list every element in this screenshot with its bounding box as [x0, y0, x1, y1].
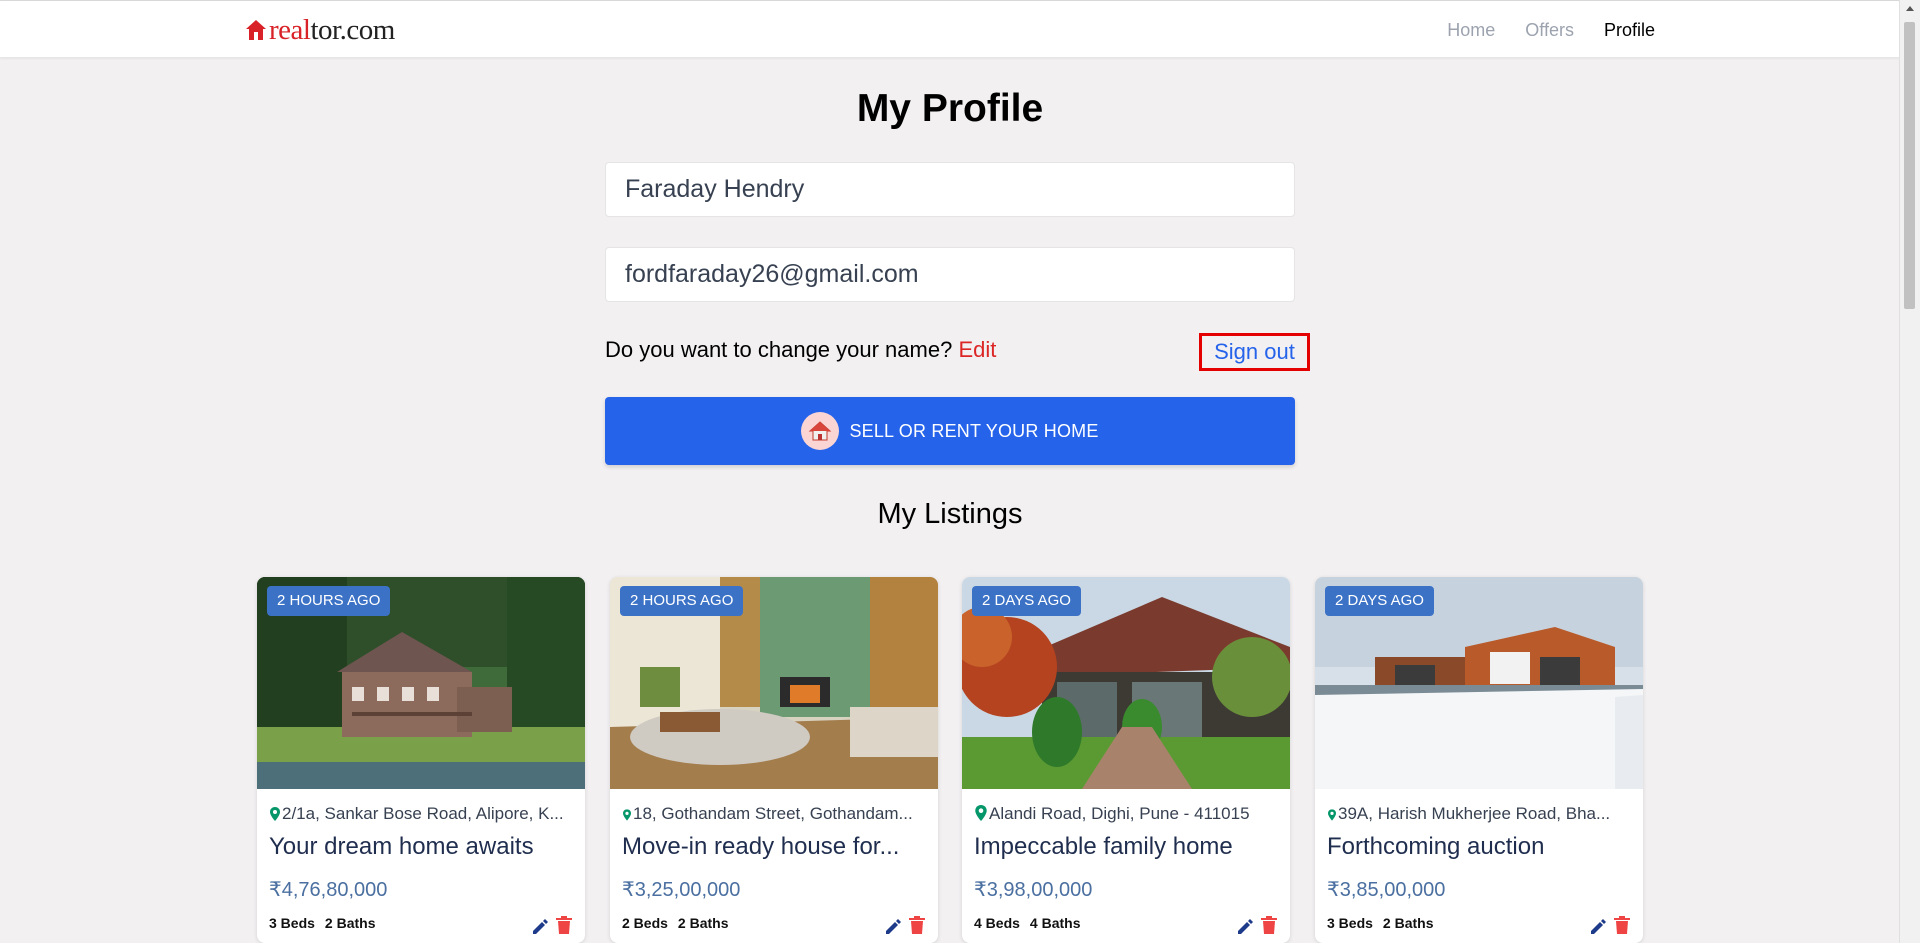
listing-title: Forthcoming auction	[1327, 833, 1545, 860]
listing-beds: 4 Beds	[974, 915, 1020, 931]
logo-text-tor: tor.com	[310, 13, 395, 46]
listings-title: My Listings	[877, 498, 1023, 530]
page-scrollbar[interactable]	[1899, 0, 1920, 943]
trash-icon[interactable]	[555, 915, 573, 935]
listing-beds: 3 Beds	[1327, 915, 1373, 931]
listing-address: 2/1a, Sankar Bose Road, Alipore, K...	[270, 804, 575, 824]
change-name-prompt: Do you want to change your name?	[605, 337, 953, 362]
listing-time-badge: 2 HOURS AGO	[267, 586, 391, 616]
main-nav: Home Offers Profile	[1417, 20, 1655, 41]
edit-name-link[interactable]: Edit	[958, 337, 996, 362]
listing-address-text: 39A, Harish Mukherjee Road, Bha...	[1338, 804, 1611, 823]
listing-address: 18, Gothandam Street, Gothandam...	[623, 804, 928, 824]
location-pin-icon	[975, 805, 987, 821]
listing-address-text: 18, Gothandam Street, Gothandam...	[633, 804, 913, 823]
trash-icon[interactable]	[1260, 915, 1278, 935]
listing-price: ₹3,98,00,000	[974, 879, 1093, 901]
location-pin-icon	[270, 807, 280, 821]
listing-specs: 3 Beds 2 Baths	[1327, 915, 1444, 931]
nav-offers[interactable]: Offers	[1525, 20, 1574, 41]
sell-or-rent-button[interactable]: SELL OR RENT YOUR HOME	[605, 397, 1295, 465]
listing-time-badge: 2 DAYS AGO	[1325, 586, 1434, 616]
listing-address-text: 2/1a, Sankar Bose Road, Alipore, K...	[282, 804, 564, 823]
listing-address: 39A, Harish Mukherjee Road, Bha...	[1328, 804, 1633, 824]
listing-baths: 2 Baths	[1382, 915, 1434, 931]
house-logo-icon	[246, 20, 266, 40]
listing-address-text: Alandi Road, Dighi, Pune - 411015	[989, 804, 1250, 823]
page-title: My Profile	[856, 87, 1044, 130]
listing-price: ₹4,76,80,000	[269, 879, 388, 901]
listing-card[interactable]: 2 DAYS AGO 39A, Harish Mukherjee Road, B…	[1315, 577, 1643, 943]
listing-card[interactable]: 2 HOURS AGO 2/1a, Sankar Bose Road, Alip…	[257, 577, 585, 943]
pencil-icon[interactable]	[884, 917, 902, 935]
listing-title: Impeccable family home	[974, 833, 1233, 860]
listing-baths: 2 Baths	[324, 915, 376, 931]
listing-price: ₹3,25,00,000	[622, 879, 741, 901]
listing-specs: 2 Beds 2 Baths	[622, 915, 739, 931]
listing-beds: 2 Beds	[622, 915, 668, 931]
listing-card[interactable]: 2 DAYS AGO Alandi Road, Dighi, Pune - 41…	[962, 577, 1290, 943]
listing-title: Your dream home awaits	[269, 833, 534, 860]
nav-profile[interactable]: Profile	[1604, 20, 1655, 41]
listing-card[interactable]: 2 HOURS AGO 18, Gothandam Street, Gothan…	[610, 577, 938, 943]
listing-title: Move-in ready house for...	[622, 833, 900, 860]
listing-address: Alandi Road, Dighi, Pune - 411015	[975, 804, 1280, 824]
listing-specs: 4 Beds 4 Baths	[974, 915, 1091, 931]
realtor-logo[interactable]: realtor.com	[245, 15, 395, 45]
listing-time-badge: 2 DAYS AGO	[972, 586, 1081, 616]
name-field[interactable]: Faraday Hendry	[605, 162, 1295, 217]
pencil-icon[interactable]	[531, 917, 549, 935]
location-pin-icon	[1328, 809, 1336, 821]
scroll-up-arrow-icon[interactable]	[1906, 6, 1914, 11]
trash-icon[interactable]	[1613, 915, 1631, 935]
email-field[interactable]: fordfaraday26@gmail.com	[605, 247, 1295, 302]
location-pin-icon	[623, 809, 631, 821]
listing-beds: 3 Beds	[269, 915, 315, 931]
listing-time-badge: 2 HOURS AGO	[620, 586, 744, 616]
logo-text-real: real	[269, 13, 311, 46]
trash-icon[interactable]	[908, 915, 926, 935]
listing-baths: 2 Baths	[677, 915, 729, 931]
pencil-icon[interactable]	[1589, 917, 1607, 935]
pencil-icon[interactable]	[1236, 917, 1254, 935]
navbar: realtor.com Home Offers Profile	[0, 1, 1900, 58]
nav-home[interactable]: Home	[1447, 20, 1495, 41]
listing-price: ₹3,85,00,000	[1327, 879, 1446, 901]
change-name-row: Do you want to change your name? Edit	[605, 337, 996, 363]
sell-button-label: SELL OR RENT YOUR HOME	[849, 420, 1099, 441]
scrollbar-thumb[interactable]	[1904, 22, 1915, 309]
listing-specs: 3 Beds 2 Baths	[269, 915, 386, 931]
sign-out-link[interactable]: Sign out	[1199, 333, 1310, 371]
house-icon	[801, 412, 840, 450]
listing-baths: 4 Baths	[1029, 915, 1081, 931]
